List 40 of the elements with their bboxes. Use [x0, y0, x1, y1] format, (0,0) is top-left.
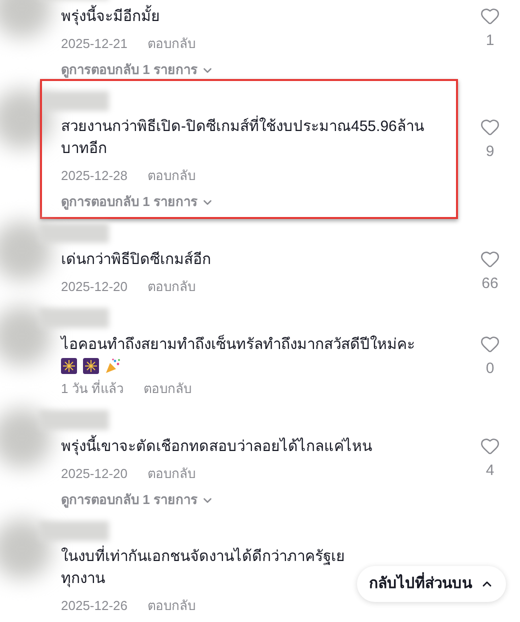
reply-link[interactable]: ตอบกลับ: [143, 378, 192, 400]
comment-date: 2025-12-28: [61, 167, 128, 185]
comment-text: พรุ่งนี้เขาจะตัดเชือกทดสอบว่าลอยได้ไกลแค่ไหน: [61, 436, 372, 458]
like-count: 4: [486, 462, 494, 480]
view-replies-link[interactable]: ดูการตอบกลับ 1 รายการ: [61, 191, 214, 213]
reply-link[interactable]: ตอบกลับ: [148, 463, 196, 485]
fireworks-icon: [61, 358, 77, 374]
blurred-username: [39, 223, 109, 243]
comment-text: สวยงานกว่าพิธีเปิด-ปิดซีเกมส์ที่ใช้งบประมาณ455.96ล้าน บาทอีก: [61, 116, 424, 160]
reply-link[interactable]: ตอบกลับ: [148, 33, 196, 55]
like-count: 0: [486, 360, 494, 378]
comment-date: 2025-12-26: [61, 597, 128, 615]
like-icon[interactable]: [480, 117, 500, 137]
view-replies-link[interactable]: ดูการตอบกลับ 1 รายการ: [61, 59, 214, 81]
blurred-username: [39, 410, 109, 430]
back-to-top-button[interactable]: กลับไปที่ส่วนบน: [357, 566, 506, 602]
comment-text: ไอคอนทำถึงสยามทำถึงเซ็นทรัลทำถึงมากสวัสดีปีใหม่คะ: [61, 334, 415, 355]
like-icon[interactable]: [480, 436, 500, 456]
reply-link[interactable]: ตอบกลับ: [148, 595, 196, 617]
comment-text: พรุ่งนี้จะมีอีกมั้ย: [61, 6, 160, 28]
like-icon[interactable]: [480, 6, 500, 26]
comment-date: 2025-12-20: [61, 278, 128, 296]
view-replies-link[interactable]: ดูการตอบกลับ 1 รายการ: [61, 489, 214, 511]
fireworks-icon: [83, 358, 99, 374]
blurred-username: [39, 308, 109, 328]
like-icon[interactable]: [480, 334, 500, 354]
comment-date: 1 วัน ที่แล้ว: [61, 378, 124, 398]
comment-date: 2025-12-21: [61, 35, 128, 53]
reply-link[interactable]: ตอบกลับ: [148, 276, 196, 298]
party-popper-icon: [105, 358, 121, 374]
blurred-username: [39, 521, 109, 541]
comment-text: ในงบที่เท่ากันเอกชนจัดงานได้ดีกว่าภาครัฐเย ทุกงาน: [61, 546, 345, 590]
comment-date: 2025-12-20: [61, 465, 128, 483]
like-count: 66: [482, 275, 498, 293]
like-count: 1: [486, 32, 494, 50]
like-icon[interactable]: [480, 249, 500, 269]
reply-link[interactable]: ตอบกลับ: [148, 165, 196, 187]
like-count: 9: [486, 143, 494, 161]
comment-text: เด่นกว่าพิธีปิดซีเกมส์อีก: [61, 250, 211, 270]
blurred-username: [39, 91, 109, 111]
